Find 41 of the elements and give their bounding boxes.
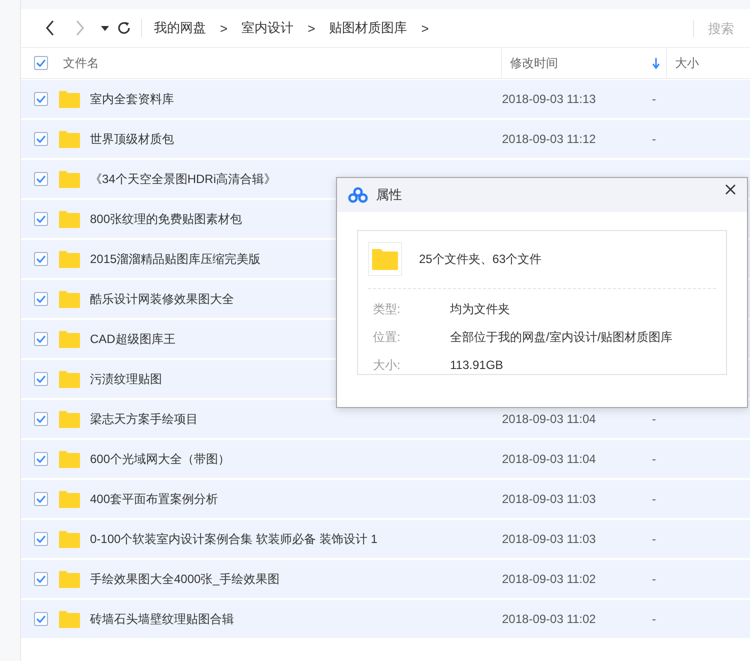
file-name: CAD超级图库王 <box>90 330 176 348</box>
dialog-title: 属性 <box>376 186 402 204</box>
property-value: 全部位于我的网盘/室内设计/贴图材质图库 <box>450 328 673 346</box>
breadcrumb-separator: > <box>308 20 316 36</box>
breadcrumb-separator: > <box>220 20 228 36</box>
modified-time: 2018-09-03 11:03 <box>502 492 597 506</box>
file-name: 梁志天方案手绘项目 <box>90 410 198 428</box>
modified-time: 2018-09-03 11:12 <box>502 132 597 146</box>
breadcrumb-separator: > <box>421 20 429 36</box>
property-label: 类型: <box>373 300 402 318</box>
selection-summary: 25个文件夹、63个文件 <box>419 250 542 268</box>
file-size: - <box>652 452 656 466</box>
file-name: 砖墙石头墙壁纹理贴图合辑 <box>90 610 234 628</box>
file-size: - <box>652 612 656 626</box>
file-name: 酷乐设计网装修效果图大全 <box>90 290 234 308</box>
file-size: - <box>652 492 656 506</box>
file-size: - <box>652 92 656 106</box>
file-size: - <box>652 572 656 586</box>
modified-time: 2018-09-03 11:03 <box>502 532 597 546</box>
property-value: 均为文件夹 <box>450 300 510 318</box>
file-name: 室内全套资料库 <box>90 90 174 108</box>
modified-time: 2018-09-03 11:02 <box>502 612 597 626</box>
modified-time: 2018-09-03 11:04 <box>502 452 597 466</box>
file-name: 污渍纹理贴图 <box>90 370 162 388</box>
modified-time: 2018-09-03 11:04 <box>502 412 597 426</box>
property-value: 113.91GB <box>450 358 504 372</box>
file-name: 手绘效果图大全4000张_手绘效果图 <box>90 570 280 588</box>
modified-time: 2018-09-03 11:13 <box>502 92 597 106</box>
file-name: 《34个天空全景图HDRi高清合辑》 <box>90 170 276 188</box>
modified-time: 2018-09-03 11:02 <box>502 572 597 586</box>
file-name: 2015溜溜精品贴图库压缩完美版 <box>90 250 261 268</box>
file-name: 800张纹理的免费贴图素材包 <box>90 210 242 228</box>
file-size: - <box>652 532 656 546</box>
file-name: 400套平面布置案例分析 <box>90 490 218 508</box>
property-label: 大小: <box>373 356 402 374</box>
file-name: 0-100个软装室内设计案例合集 软装师必备 装饰设计 1 <box>90 530 378 548</box>
file-size: - <box>652 132 656 146</box>
file-name: 600个光域网大全（带图） <box>90 450 230 468</box>
file-size: - <box>652 412 656 426</box>
property-label: 位置: <box>373 328 402 346</box>
file-name: 世界顶级材质包 <box>90 130 174 148</box>
